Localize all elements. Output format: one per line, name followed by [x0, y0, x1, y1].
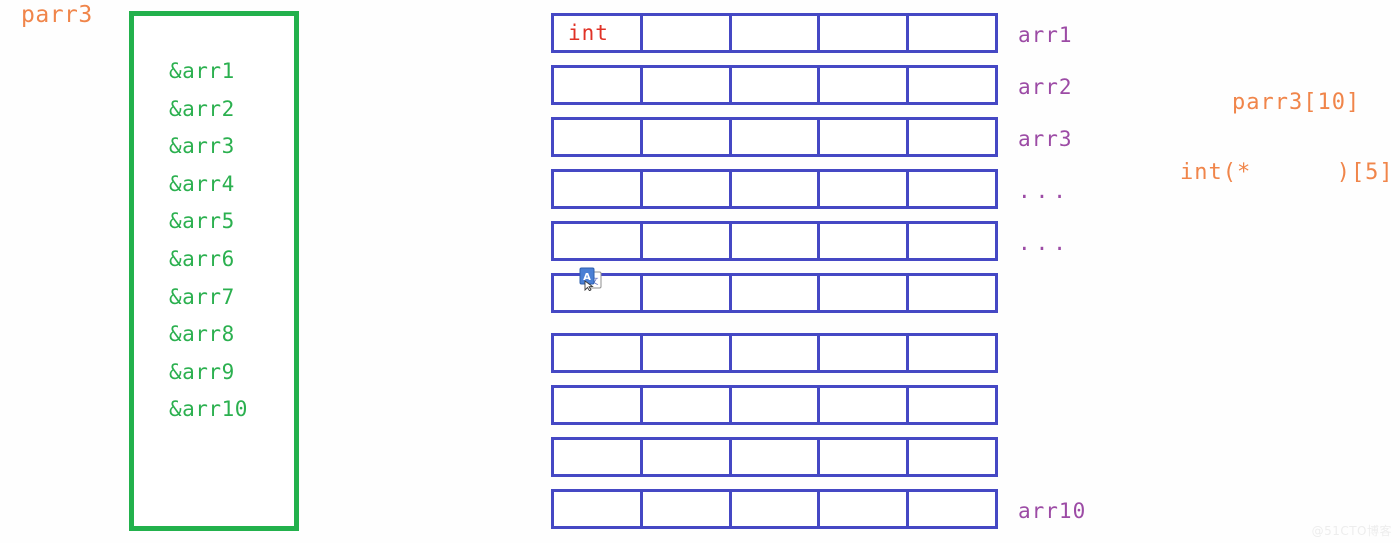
array-cell[interactable] [820, 16, 910, 50]
array-row-label: arr2 [1018, 75, 1073, 99]
array-cell[interactable] [820, 276, 910, 310]
array-cell[interactable] [554, 120, 643, 154]
array-cell[interactable] [554, 440, 643, 474]
array-row [551, 169, 998, 209]
pointer-address-item: &arr6 [169, 246, 235, 271]
array-cell[interactable] [731, 172, 821, 206]
array-cell[interactable]: int [554, 16, 643, 50]
array-cell[interactable] [554, 388, 643, 422]
array-cell[interactable] [642, 120, 732, 154]
array-cell[interactable] [642, 492, 732, 526]
parr3-label: parr3 [21, 2, 93, 28]
array-cell[interactable] [731, 68, 821, 102]
svg-text:A: A [583, 272, 591, 283]
array-cell[interactable] [909, 16, 995, 50]
annotation-array-decl: parr3[10] [1232, 90, 1361, 115]
array-cell[interactable] [820, 492, 910, 526]
array-cell[interactable] [820, 336, 910, 370]
array-row [551, 65, 998, 105]
array-cell[interactable] [642, 440, 732, 474]
pointer-address-item: &arr5 [169, 209, 235, 234]
pointer-address-item: &arr8 [169, 322, 235, 347]
array-cell[interactable] [731, 336, 821, 370]
pointer-address-item: &arr1 [169, 59, 235, 83]
pointer-address-list: &arr1 &arr2 &arr3 &arr4 &arr5 &arr6 &arr7 &arr8… [169, 53, 309, 429]
array-cell[interactable] [642, 68, 732, 102]
array-cell[interactable] [642, 388, 732, 422]
array-cell[interactable] [731, 440, 821, 474]
array-cell[interactable] [909, 224, 995, 258]
array-row [551, 221, 998, 261]
array-cell[interactable] [909, 120, 995, 154]
array-row [551, 273, 998, 313]
array-cell[interactable] [820, 224, 910, 258]
array-cell[interactable] [909, 492, 995, 526]
array-cell[interactable] [820, 388, 910, 422]
array-cell[interactable] [731, 388, 821, 422]
array-row [551, 437, 998, 477]
array-cell[interactable] [909, 440, 995, 474]
pointer-address-item: &arr2 [169, 96, 235, 121]
array-cell[interactable] [642, 16, 732, 50]
array-row-label: arr1 [1018, 23, 1073, 47]
array-cell[interactable] [731, 16, 821, 50]
array-cell[interactable] [909, 276, 995, 310]
array-cell[interactable] [820, 68, 910, 102]
pointer-address-item: &arr3 [169, 134, 235, 159]
array-cell[interactable] [554, 224, 643, 258]
array-cell[interactable] [909, 172, 995, 206]
array-cell[interactable] [909, 68, 995, 102]
array-row [551, 117, 998, 157]
diagram-canvas: parr3 &arr1 &arr2 &arr3 &arr4 &arr5 &arr6 &arr… [0, 0, 1400, 543]
array-cell[interactable] [642, 336, 732, 370]
array-cell[interactable] [820, 172, 910, 206]
array-row: int [551, 13, 998, 53]
array-cell[interactable] [731, 492, 821, 526]
array-cell[interactable] [909, 336, 995, 370]
array-cell[interactable] [642, 224, 732, 258]
array-cell[interactable] [820, 120, 910, 154]
array-cell[interactable] [554, 68, 643, 102]
pointer-address-item: &arr10 [169, 397, 248, 422]
annotation-pointer-decl: int(* )[5] [1180, 160, 1394, 185]
array-cell[interactable] [909, 388, 995, 422]
array-cell[interactable] [642, 276, 732, 310]
pointer-address-item: &arr7 [169, 284, 235, 309]
watermark: @51CTO博客 [1311, 524, 1392, 538]
translate-icon[interactable]: 文 A [578, 267, 604, 292]
array-cell[interactable] [731, 224, 821, 258]
array-cell[interactable] [554, 172, 643, 206]
array-row [551, 385, 998, 425]
array-row [551, 489, 998, 529]
array-row-label: ... [1018, 231, 1071, 255]
array-cell[interactable] [554, 492, 643, 526]
array-cell[interactable] [731, 276, 821, 310]
array-row-label: arr3 [1018, 127, 1073, 151]
pointer-address-item: &arr9 [169, 359, 235, 384]
array-row-label: ... [1018, 179, 1071, 203]
array-cell[interactable] [731, 120, 821, 154]
pointer-address-item: &arr4 [169, 171, 235, 196]
array-row [551, 333, 998, 373]
array-cell-text: int [568, 21, 609, 45]
array-cell[interactable] [554, 336, 643, 370]
array-row-label: arr10 [1018, 499, 1087, 523]
array-cell[interactable] [820, 440, 910, 474]
array-cell[interactable] [642, 172, 732, 206]
